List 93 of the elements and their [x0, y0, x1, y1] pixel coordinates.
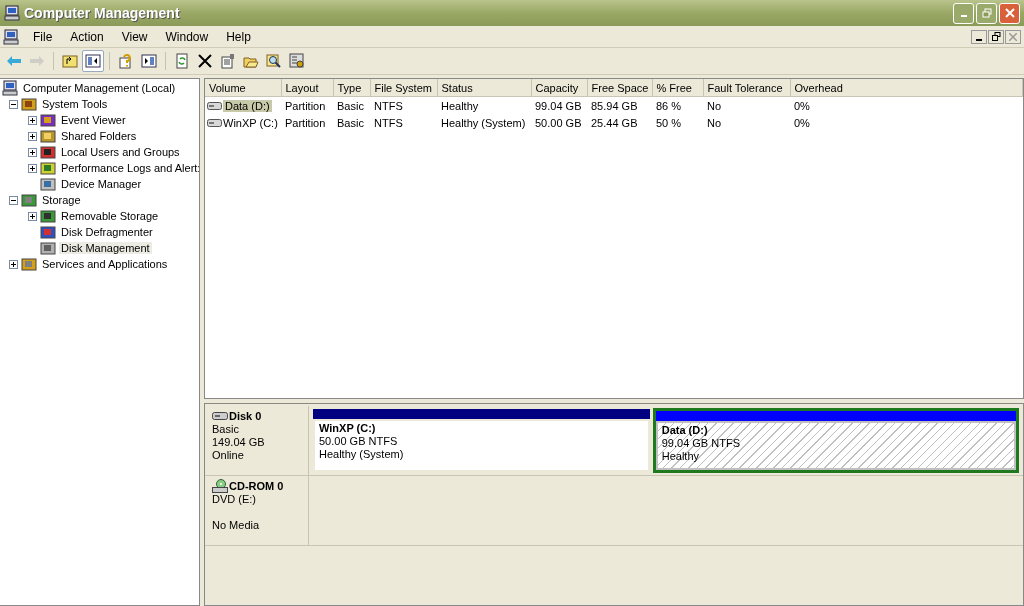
help-icon — [118, 53, 134, 69]
expander-icon[interactable] — [9, 259, 18, 269]
table-cell: Partition — [285, 116, 326, 129]
partition-name: Data (D:) — [661, 424, 709, 437]
expander-icon[interactable] — [28, 147, 37, 157]
minimize-icon — [976, 38, 982, 41]
column-header[interactable]: Status — [437, 79, 531, 97]
settings-icon — [289, 53, 305, 69]
tree-item[interactable]: Event Viewer — [59, 114, 128, 126]
expander-icon[interactable] — [9, 99, 18, 109]
partition-size: 99.04 GB NTFS — [661, 437, 741, 450]
menu-item[interactable]: File — [25, 29, 61, 44]
tree-item[interactable]: Local Users and Groups — [59, 146, 182, 158]
table-cell: 50.00 GB — [535, 116, 582, 129]
table-cell: No — [707, 116, 722, 129]
expander-icon[interactable] — [28, 131, 37, 141]
tree-item[interactable]: Device Manager — [59, 178, 144, 190]
column-header[interactable]: Type — [333, 79, 370, 97]
cd-drive-icon — [212, 478, 228, 493]
partition-block[interactable]: Data (D:) 99.04 GB NTFS Healthy — [652, 408, 1019, 473]
disk-status: Online — [212, 449, 245, 462]
tree-item[interactable]: Disk Management — [59, 242, 152, 254]
partition-status: Healthy (System) — [319, 448, 405, 461]
table-cell: NTFS — [374, 116, 403, 129]
table-cell: 99.04 GB — [535, 99, 582, 112]
column-header[interactable]: Fault Tolerance — [703, 79, 790, 97]
tree-item[interactable]: Removable Storage — [59, 210, 161, 222]
close-icon — [1004, 8, 1015, 18]
tree-item[interactable]: Services and Applications — [40, 258, 170, 270]
expander-icon[interactable] — [28, 163, 37, 173]
tree-icon — [85, 53, 101, 69]
partition-status: Healthy — [661, 450, 700, 463]
forward-icon — [29, 53, 45, 69]
disk-size: 149.04 GB — [212, 436, 266, 449]
table-cell: Partition — [285, 99, 326, 112]
menu-item[interactable]: Help — [218, 29, 259, 44]
table-cell: Basic — [337, 116, 364, 129]
restore-button[interactable] — [988, 29, 1004, 44]
table-cell: 85.94 GB — [591, 99, 638, 112]
restore-icon — [991, 32, 1001, 41]
panel-icon — [141, 53, 157, 69]
partition-block[interactable]: WinXP (C:) 50.00 GB NTFS Healthy (System) — [312, 408, 651, 473]
table-cell: 0% — [794, 99, 810, 112]
partition-size: 50.00 GB NTFS — [319, 435, 399, 448]
partition-name: WinXP (C:) — [319, 422, 377, 435]
disk-type: Basic — [212, 423, 240, 436]
menu-item[interactable]: Action — [62, 29, 112, 44]
disk-status: No Media — [212, 519, 261, 532]
disk-type: DVD (E:) — [212, 493, 257, 506]
tree-item[interactable]: Performance Logs and Alert: — [59, 162, 199, 174]
expander-icon[interactable] — [28, 115, 37, 125]
table-cell: NTFS — [374, 99, 403, 112]
minimize-icon — [960, 15, 967, 17]
restore-icon — [981, 8, 992, 18]
volume-name[interactable]: WinXP (C:) — [223, 116, 278, 129]
column-header[interactable]: Capacity — [531, 79, 587, 97]
column-header[interactable]: Volume — [205, 79, 281, 97]
delete-icon — [197, 53, 213, 69]
column-header[interactable]: Layout — [281, 79, 333, 97]
close-icon — [1009, 32, 1017, 41]
table-cell: Basic — [337, 99, 364, 112]
drive-icon — [207, 118, 222, 127]
tree-button[interactable] — [82, 50, 104, 72]
tree-item[interactable]: Disk Defragmenter — [59, 226, 155, 238]
minimize-button[interactable] — [971, 29, 987, 44]
column-header[interactable]: Overhead — [790, 79, 1023, 97]
expander-icon[interactable] — [9, 195, 18, 205]
table-cell: 86 % — [656, 99, 682, 112]
table-cell: No — [707, 99, 722, 112]
up-icon — [62, 53, 78, 69]
table-cell: Healthy (System) — [441, 116, 526, 129]
tree-item[interactable]: System Tools — [40, 98, 110, 110]
column-header[interactable]: Free Space — [587, 79, 652, 97]
tree-item[interactable]: Computer Management (Local) — [21, 82, 178, 94]
table-cell: 0% — [794, 116, 810, 129]
column-header[interactable]: File System — [370, 79, 437, 97]
menu-item[interactable]: View — [113, 29, 156, 44]
table-cell: 25.44 GB — [591, 116, 638, 129]
tree-item[interactable]: Storage — [40, 194, 83, 206]
table-cell: Healthy — [441, 99, 479, 112]
column-header[interactable]: % Free — [652, 79, 703, 97]
volume-name[interactable]: Data (D:) — [223, 99, 272, 112]
window-title: Computer Management — [24, 5, 181, 21]
refresh-icon — [174, 53, 190, 69]
tree-item[interactable]: Shared Folders — [59, 130, 139, 142]
find-icon — [266, 53, 282, 69]
disk-name: CD-ROM 0 — [229, 479, 284, 492]
properties-icon — [220, 53, 236, 69]
drive-icon — [207, 101, 222, 110]
expander-icon[interactable] — [28, 211, 37, 221]
table-cell: 50 % — [656, 116, 682, 129]
menu-item[interactable]: Window — [157, 29, 217, 44]
disk-name: Disk 0 — [229, 409, 262, 422]
